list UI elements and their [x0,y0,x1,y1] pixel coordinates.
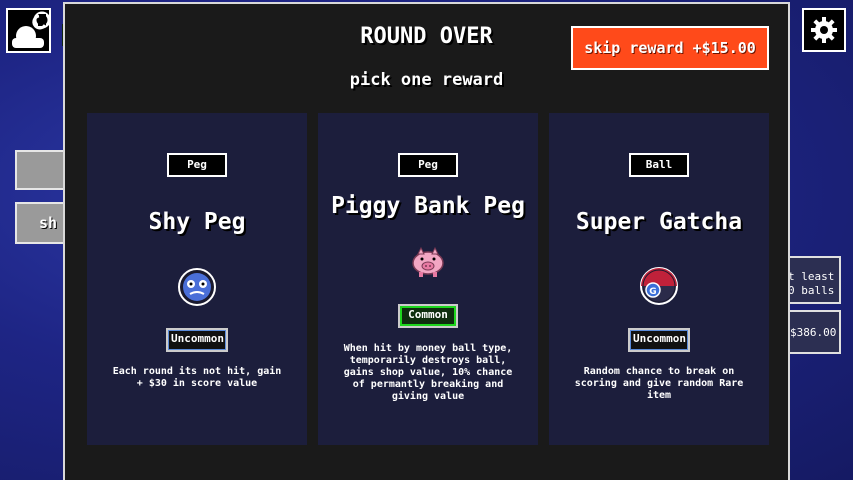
card-type-tag: Peg [398,153,458,177]
gatcha-ball-icon: G [640,267,678,305]
modal-subtitle: pick one reward [349,70,504,90]
card-name: Shy Peg [148,209,246,235]
reward-card-piggy-bank-peg[interactable]: Peg Piggy Bank Peg Common When hit by mo… [318,113,538,445]
skip-reward-button[interactable]: skip reward +$15.00 [571,26,769,70]
card-name: Super Gatcha [575,209,743,235]
gear-icon [811,17,837,43]
card-type-tag: Peg [167,153,227,177]
weather-button[interactable] [6,8,51,53]
card-description: Random chance to break on scoring and gi… [574,366,744,401]
info-box-text-1: t least [788,270,835,283]
rarity-badge: Uncommon [166,328,228,352]
money-box-value: $386.00 [790,326,837,339]
settings-button[interactable] [802,8,846,52]
reward-card-super-gatcha[interactable]: Ball Super Gatcha G Uncommon Random chan… [549,113,769,445]
shy-peg-icon [178,268,216,306]
card-description: Each round its not hit, gain + $30 in sc… [112,366,282,389]
piggy-bank-icon [412,246,444,277]
info-box-text-2: 0 balls [788,284,835,297]
reward-card-shy-peg[interactable]: Peg Shy Peg Uncommon Each round its not … [87,113,307,445]
rarity-badge: Common [398,304,458,328]
reward-modal: ROUND OVER pick one reward skip reward +… [63,2,790,480]
svg-text:G: G [649,287,656,297]
money-box: $386.00 [786,310,841,354]
rarity-badge: Uncommon [628,328,690,352]
card-type-tag: Ball [629,153,689,177]
side-button-2[interactable]: sh [15,202,70,244]
side-button-2-label: sh [39,214,58,232]
side-button-1[interactable] [15,150,70,190]
card-description: When hit by money ball type, temporarily… [343,343,513,402]
weather-icon [12,11,51,48]
info-box: t least 0 balls [786,256,841,304]
card-name: Piggy Bank Peg [331,193,525,219]
